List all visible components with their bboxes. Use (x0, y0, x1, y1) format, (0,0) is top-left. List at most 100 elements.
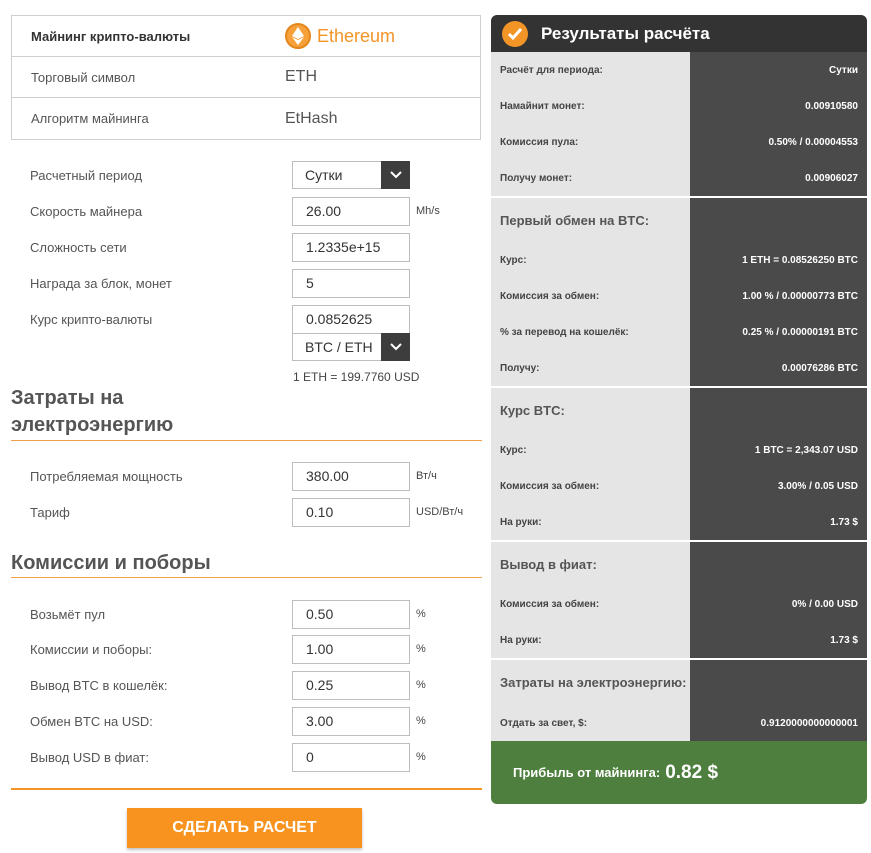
period-result-value: Сутки (829, 64, 858, 76)
btc-usd-input[interactable]: 3.00 (292, 706, 410, 736)
profit-value: 0.82 $ (665, 761, 719, 783)
fees-section-title: Комиссии и поборы (11, 552, 211, 574)
results-group-btc-exchange: Первый обмен на BTC: Курс: Комиссия за о… (491, 198, 867, 388)
usd-rate-value: 1 BTC = 2,343.07 USD (754, 444, 858, 456)
fiat-head-spacer (690, 542, 867, 586)
tariff-label: Тариф (30, 504, 70, 520)
results-group-mining-labels: Расчёт для периода: Намайнит монет: Коми… (491, 52, 690, 196)
btc-exchange-head-spacer (690, 198, 867, 242)
fiat-fee-label: Комиссия за обмен: (500, 598, 600, 610)
wallet-fee-label: % за перевод на кошелёк: (500, 326, 629, 338)
usd-fiat-row: Вывод USD в фиат: 0 % (30, 742, 480, 772)
algo-value: EtHash (285, 109, 338, 127)
results-group-btc-rate-values: 1 BTC = 2,343.07 USD 3.00% / 0.05 USD 1.… (690, 388, 867, 540)
algo-label: Алгоритм майнинга (31, 111, 149, 126)
results-header: Результаты расчёта (491, 15, 867, 52)
usd-fiat-input[interactable]: 0 (292, 742, 410, 772)
btc-withdraw-unit: % (416, 679, 426, 691)
symbol-value: ETH (285, 68, 317, 85)
hashrate-input[interactable]: 26.00 (292, 196, 410, 226)
rate-input[interactable]: 0.0852625 (292, 304, 410, 334)
power-cost-head-spacer (690, 660, 867, 705)
reward-label: Награда за блок, монет (30, 275, 172, 291)
tariff-row: Тариф 0.10 USD/Вт/ч (30, 497, 480, 527)
btc-exchange-head: Первый обмен на BTC: (500, 212, 650, 228)
chevron-down-icon[interactable] (381, 333, 410, 361)
reward-input[interactable]: 5 (292, 268, 410, 298)
symbol-label: Торговый символ (31, 69, 136, 85)
rate-row: Курс крипто-валюты 0.0852625 (30, 304, 480, 334)
btc-fee-value: 1.00 % / 0.00000773 BTC (742, 290, 858, 302)
coin-row-mining: Майнинг крипто-валюты Ethereum (12, 16, 480, 57)
pair-row: BTC / ETH (30, 332, 480, 362)
misc-unit: % (416, 643, 426, 655)
results-group-fiat: Вывод в фиат: Комиссия за обмен: На руки… (491, 542, 867, 660)
usd-rate-label: Курс: (500, 444, 527, 456)
results-group-btc-rate-labels: Курс BTC: Курс: Комиссия за обмен: На ру… (491, 388, 690, 540)
power-divider (11, 440, 482, 441)
btc-withdraw-row: Вывод BTC в кошелёк: 0.25 % (30, 670, 480, 700)
btc-get-value: 0.00076286 BTC (781, 362, 858, 374)
usd-hand-value: 1.73 $ (830, 516, 858, 528)
profit-banner: Прибыль от майнинга: 0.82 $ (491, 741, 867, 804)
coins-get-result-label: Получу монет: (500, 172, 573, 184)
results-group-fiat-labels: Вывод в фиат: Комиссия за обмен: На руки… (491, 542, 690, 658)
period-select-value: Сутки (305, 167, 343, 183)
tariff-unit: USD/Вт/ч (416, 506, 464, 518)
btc-withdraw-label: Вывод BTC в кошелёк: (30, 677, 168, 693)
results-title: Результаты расчёта (541, 23, 710, 43)
consumption-label: Потребляемая мощность (30, 468, 183, 484)
difficulty-input[interactable]: 1.2335e+15 (292, 232, 410, 262)
power-cost-value: 0.9120000000000001 (760, 717, 858, 729)
btc-rate-head: Курс BTC: (500, 402, 565, 418)
misc-row: Комиссии и поборы: 1.00 % (30, 634, 480, 664)
pool-row: Возьмёт пул 0.50 % (30, 599, 480, 629)
difficulty-label: Сложность сети (30, 239, 127, 255)
pool-unit: % (416, 608, 426, 620)
fiat-head: Вывод в фиат: (500, 556, 597, 572)
coin-name: Ethereum (317, 25, 396, 46)
period-select[interactable]: Сутки (292, 161, 410, 189)
period-row: Расчетный период Сутки (30, 160, 480, 190)
fiat-fee-value: 0% / 0.00 USD (791, 598, 858, 610)
consumption-input[interactable]: 380.00 (292, 461, 410, 491)
pool-fee-result-value: 0.50% / 0.00004553 (768, 136, 858, 148)
reward-row: Награда за блок, монет 5 (30, 268, 480, 298)
results-group-power: Затраты на электроэнергию: Отдать за све… (491, 660, 867, 741)
pool-input[interactable]: 0.50 (292, 599, 410, 629)
rate-note: 1 ETH = 199.7760 USD (293, 370, 420, 384)
tariff-input[interactable]: 0.10 (292, 497, 410, 527)
wallet-fee-value: 0.25 % / 0.00000191 BTC (742, 326, 858, 338)
chevron-down-icon[interactable] (381, 161, 410, 189)
btc-fee-label: Комиссия за обмен: (500, 290, 600, 302)
usd-hand-label: На руки: (500, 516, 542, 528)
rate-label: Курс крипто-валюты (30, 311, 153, 327)
btc-get-label: Получу: (500, 362, 540, 374)
hashrate-label: Скорость майнера (30, 203, 143, 219)
consumption-row: Потребляемая мощность 380.00 Вт/ч (30, 461, 480, 491)
fees-divider (11, 577, 482, 578)
btc-rate-head-spacer (690, 388, 867, 432)
btc-usd-label: Обмен BTC на USD: (30, 713, 153, 729)
pool-fee-result-label: Комиссия пула: (500, 136, 579, 148)
btc-usd-unit: % (416, 715, 426, 727)
results-group-power-values: 0.9120000000000001 (690, 660, 867, 741)
btc-rate-value: 1 ETH = 0.08526250 BTC (742, 254, 858, 266)
misc-input[interactable]: 1.00 (292, 634, 410, 664)
period-label: Расчетный период (30, 167, 143, 183)
results-group-mining: Расчёт для периода: Намайнит монет: Коми… (491, 52, 867, 198)
results-group-fiat-values: 0% / 0.00 USD 1.73 $ (690, 542, 867, 658)
results-group-power-labels: Затраты на электроэнергию: Отдать за све… (491, 660, 690, 741)
fiat-hand-label: На руки: (500, 634, 542, 646)
fiat-hand-value: 1.73 $ (830, 634, 858, 646)
pair-select[interactable]: BTC / ETH (292, 333, 410, 361)
hashrate-unit: Mh/s (416, 205, 440, 217)
btc-withdraw-input[interactable]: 0.25 (292, 670, 410, 700)
calculate-button[interactable]: СДЕЛАТЬ РАСЧЕТ (127, 808, 362, 848)
coin-name-value: Ethereum (285, 23, 395, 49)
power-title-line1: Затраты на (11, 387, 124, 409)
pool-label: Возьмёт пул (30, 606, 106, 622)
usd-fee-value: 3.00% / 0.05 USD (777, 480, 858, 492)
usd-fiat-label: Вывод USD в фиат: (30, 749, 149, 765)
form-bottom-divider (11, 788, 482, 790)
